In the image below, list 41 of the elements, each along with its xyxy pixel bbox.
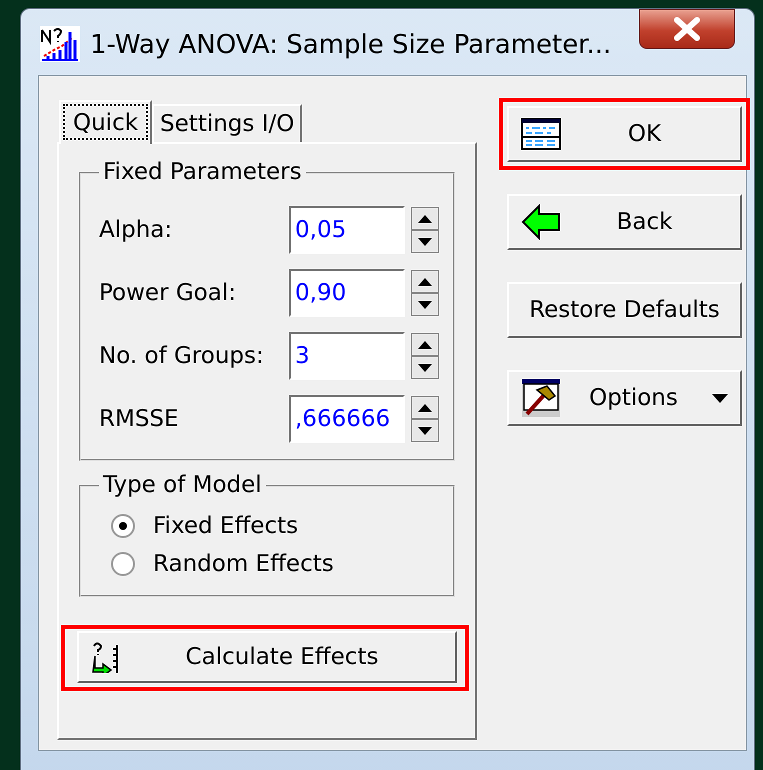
window-title: 1-Way ANOVA: Sample Size Parameter... bbox=[90, 30, 612, 60]
dialog-button[interactable]: Restore Defaults bbox=[507, 282, 742, 338]
up-arrow-icon bbox=[418, 404, 432, 412]
down-arrow-icon bbox=[418, 426, 432, 434]
radio-button[interactable] bbox=[111, 514, 135, 538]
chart-icon bbox=[40, 26, 80, 62]
up-arrow-icon bbox=[418, 278, 432, 286]
question-arrow-icon bbox=[91, 641, 121, 673]
caret-icon bbox=[712, 394, 728, 402]
spin-control[interactable] bbox=[411, 270, 439, 316]
hammer-icon bbox=[521, 378, 561, 418]
dialog-button[interactable]: Back bbox=[507, 194, 742, 250]
dialog-button[interactable]: Options bbox=[507, 370, 742, 426]
dialog-button[interactable]: OK bbox=[507, 106, 742, 162]
up-arrow-icon bbox=[418, 340, 432, 348]
down-arrow-icon bbox=[418, 300, 432, 308]
down-arrow-icon bbox=[418, 364, 432, 372]
group-title: Type of Model bbox=[99, 472, 266, 498]
tab[interactable]: Quick bbox=[59, 100, 152, 144]
close-button[interactable] bbox=[639, 9, 735, 49]
spin-control[interactable] bbox=[411, 333, 439, 379]
spin-control[interactable] bbox=[411, 207, 439, 253]
radio-label: Random Effects bbox=[153, 551, 334, 577]
spin-control[interactable] bbox=[411, 396, 439, 442]
table-icon bbox=[521, 118, 561, 150]
input-field[interactable]: 0,90 bbox=[289, 269, 405, 317]
radio-button[interactable] bbox=[111, 552, 135, 576]
field-label: Power Goal: bbox=[99, 280, 237, 306]
tab[interactable]: Settings I/O bbox=[152, 104, 302, 142]
input-field[interactable]: 3 bbox=[289, 332, 405, 380]
input-field[interactable]: 0,05 bbox=[289, 206, 405, 254]
calculate-effects-button[interactable]: Calculate Effects bbox=[77, 631, 457, 683]
left-arrow-icon bbox=[521, 204, 561, 240]
field-label: Alpha: bbox=[99, 217, 174, 243]
close-icon bbox=[672, 17, 702, 41]
up-arrow-icon bbox=[418, 214, 432, 222]
field-label: RMSSE bbox=[99, 406, 180, 432]
input-field[interactable]: ,666666 bbox=[289, 395, 405, 443]
radio-label: Fixed Effects bbox=[153, 513, 298, 539]
field-label: No. of Groups: bbox=[99, 343, 265, 369]
down-arrow-icon bbox=[418, 238, 432, 246]
